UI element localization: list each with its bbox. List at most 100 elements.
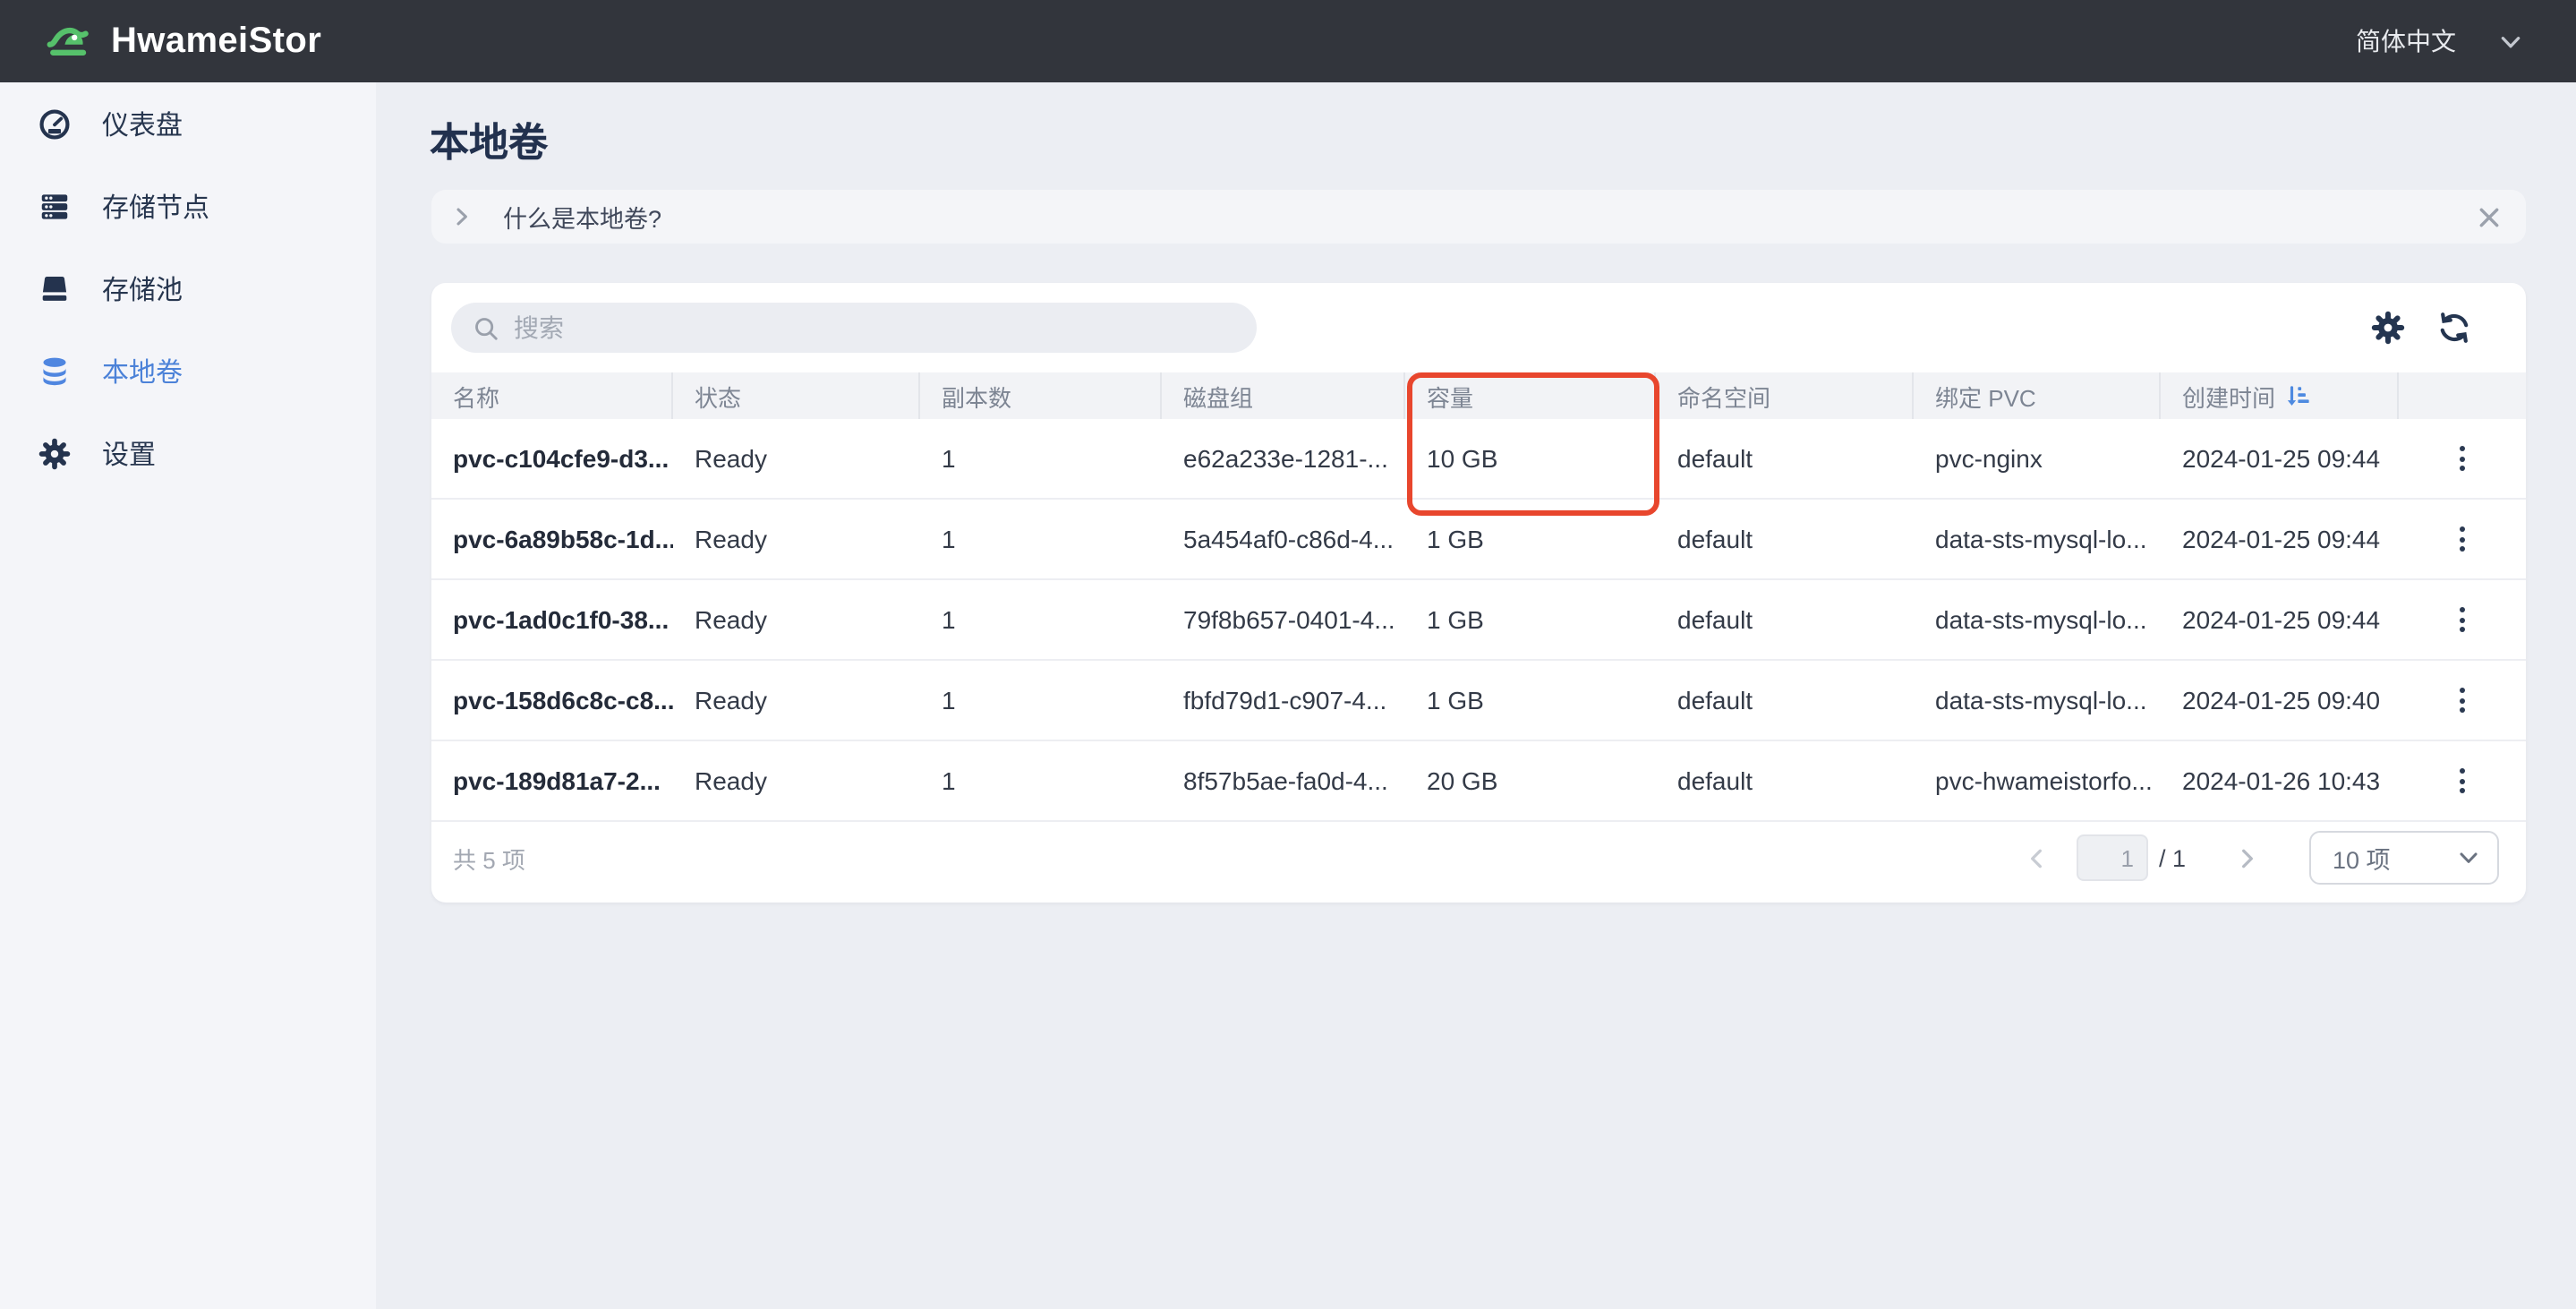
column-header-status[interactable]: 状态 xyxy=(673,372,920,419)
volume-status-cell: Ready xyxy=(673,419,920,498)
volume-bound-pvc-cell: data-sts-mysql-lo... xyxy=(1914,580,2161,659)
volume-name-cell[interactable]: pvc-6a89b58c-1d... xyxy=(431,500,673,578)
database-icon xyxy=(38,354,72,388)
volumes-card: 名称 状态 副本数 磁盘组 容量 命名空间 绑定 PVC 创建时间 pvc-c1… xyxy=(431,283,2526,903)
volume-actions-cell xyxy=(2399,419,2526,498)
sidebar-item-label: 设置 xyxy=(102,434,156,472)
volume-actions-cell xyxy=(2399,500,2526,578)
volume-namespace-cell: default xyxy=(1656,419,1914,498)
chevron-right-icon[interactable] xyxy=(451,206,473,227)
volume-status-cell: Ready xyxy=(673,500,920,578)
column-header-disk-group[interactable]: 磁盘组 xyxy=(1162,372,1405,419)
dashboard-gauge-icon xyxy=(38,107,72,141)
close-icon[interactable] xyxy=(2478,205,2501,228)
table-row[interactable]: pvc-189d81a7-2... Ready 1 8f57b5ae-fa0d-… xyxy=(431,741,2526,822)
help-banner[interactable]: 什么是本地卷? xyxy=(431,190,2526,244)
volume-created-at-cell: 2024-01-26 10:43 xyxy=(2161,741,2399,820)
column-settings-gear-icon[interactable] xyxy=(2370,310,2406,346)
previous-page-icon[interactable] xyxy=(2025,846,2048,869)
search-box[interactable] xyxy=(451,303,1257,353)
volume-bound-pvc-cell: pvc-hwameistorfo... xyxy=(1914,741,2161,820)
column-header-replicas[interactable]: 副本数 xyxy=(920,372,1162,419)
volume-namespace-cell: default xyxy=(1656,580,1914,659)
volume-capacity-cell: 1 GB xyxy=(1405,580,1656,659)
sidebar-item-local-volumes[interactable]: 本地卷 xyxy=(0,329,376,412)
volume-actions-cell xyxy=(2399,661,2526,740)
sidebar-item-dashboard[interactable]: 仪表盘 xyxy=(0,82,376,165)
volume-status-cell: Ready xyxy=(673,741,920,820)
page-number-input[interactable] xyxy=(2077,834,2148,881)
volume-replicas-cell: 1 xyxy=(920,661,1162,740)
volume-replicas-cell: 1 xyxy=(920,500,1162,578)
sidebar-item-label: 存储池 xyxy=(102,270,183,307)
page-count-label: / 1 xyxy=(2159,844,2186,871)
column-header-created-at[interactable]: 创建时间 xyxy=(2161,372,2399,419)
volume-disk-group-cell: fbfd79d1-c907-4... xyxy=(1162,661,1405,740)
volume-disk-group-cell: 5a454af0-c86d-4... xyxy=(1162,500,1405,578)
pagination-controls: / 1 10 项 xyxy=(2025,831,2499,885)
volume-name-cell[interactable]: pvc-1ad0c1f0-38... xyxy=(431,580,673,659)
table-body: pvc-c104cfe9-d3... Ready 1 e62a233e-1281… xyxy=(431,419,2526,822)
volume-replicas-cell: 1 xyxy=(920,580,1162,659)
volume-capacity-cell: 20 GB xyxy=(1405,741,1656,820)
next-page-icon[interactable] xyxy=(2236,846,2259,869)
table-toolbar xyxy=(431,283,2526,372)
search-input[interactable] xyxy=(514,313,1235,342)
table-row[interactable]: pvc-c104cfe9-d3... Ready 1 e62a233e-1281… xyxy=(431,419,2526,500)
column-header-name[interactable]: 名称 xyxy=(431,372,673,419)
column-header-capacity[interactable]: 容量 xyxy=(1405,372,1656,419)
volume-created-at-cell: 2024-01-25 09:44 xyxy=(2161,500,2399,578)
table-row[interactable]: pvc-158d6c8c-c8... Ready 1 fbfd79d1-c907… xyxy=(431,661,2526,741)
column-header-bound-pvc[interactable]: 绑定 PVC xyxy=(1914,372,2161,419)
search-icon xyxy=(473,314,499,341)
sidebar-item-storage-nodes[interactable]: 存储节点 xyxy=(0,165,376,247)
sort-descending-icon[interactable] xyxy=(2286,384,2309,407)
table-header: 名称 状态 副本数 磁盘组 容量 命名空间 绑定 PVC 创建时间 xyxy=(431,372,2526,419)
sidebar-item-label: 本地卷 xyxy=(102,352,183,389)
row-actions-menu-icon[interactable] xyxy=(2452,761,2472,800)
volume-disk-group-cell: e62a233e-1281-... xyxy=(1162,419,1405,498)
main-content: 本地卷 什么是本地卷? xyxy=(376,82,2576,1309)
chevron-down-icon xyxy=(2499,30,2522,53)
volume-bound-pvc-cell: data-sts-mysql-lo... xyxy=(1914,661,2161,740)
toolbar-actions xyxy=(2370,310,2472,346)
column-header-actions xyxy=(2399,372,2526,419)
sidebar-item-label: 仪表盘 xyxy=(102,105,183,142)
volume-disk-group-cell: 79f8b657-0401-4... xyxy=(1162,580,1405,659)
pagination-total: 共 5 项 xyxy=(453,841,525,875)
server-stack-icon xyxy=(38,189,72,223)
app-root: HwameiStor 简体中文 仪表盘 存储节点 存储池 xyxy=(0,0,2576,1309)
volume-replicas-cell: 1 xyxy=(920,741,1162,820)
row-actions-menu-icon[interactable] xyxy=(2452,680,2472,720)
refresh-icon[interactable] xyxy=(2436,310,2472,346)
volume-name-cell[interactable]: pvc-c104cfe9-d3... xyxy=(431,419,673,498)
hwameistor-logo-icon xyxy=(47,18,93,64)
volume-disk-group-cell: 8f57b5ae-fa0d-4... xyxy=(1162,741,1405,820)
row-actions-menu-icon[interactable] xyxy=(2452,600,2472,639)
volume-name-cell[interactable]: pvc-158d6c8c-c8... xyxy=(431,661,673,740)
gear-icon xyxy=(38,436,72,470)
language-switcher[interactable]: 简体中文 xyxy=(2356,23,2522,59)
volume-capacity-cell: 1 GB xyxy=(1405,661,1656,740)
volume-namespace-cell: default xyxy=(1656,661,1914,740)
volume-actions-cell xyxy=(2399,580,2526,659)
volume-namespace-cell: default xyxy=(1656,741,1914,820)
column-header-namespace[interactable]: 命名空间 xyxy=(1656,372,1914,419)
storage-pool-icon xyxy=(38,271,72,305)
volume-actions-cell xyxy=(2399,741,2526,820)
volume-capacity-cell: 10 GB xyxy=(1405,419,1656,498)
volume-bound-pvc-cell: pvc-nginx xyxy=(1914,419,2161,498)
page-size-select[interactable]: 10 项 xyxy=(2309,831,2499,885)
volume-status-cell: Ready xyxy=(673,580,920,659)
brand[interactable]: HwameiStor xyxy=(47,18,321,64)
volume-name-cell[interactable]: pvc-189d81a7-2... xyxy=(431,741,673,820)
sidebar-item-settings[interactable]: 设置 xyxy=(0,412,376,494)
table-row[interactable]: pvc-6a89b58c-1d... Ready 1 5a454af0-c86d… xyxy=(431,500,2526,580)
topbar: HwameiStor 简体中文 xyxy=(0,0,2576,82)
language-label: 简体中文 xyxy=(2356,23,2456,59)
sidebar-item-storage-pools[interactable]: 存储池 xyxy=(0,247,376,329)
volume-created-at-cell: 2024-01-25 09:44 xyxy=(2161,580,2399,659)
row-actions-menu-icon[interactable] xyxy=(2452,519,2472,559)
row-actions-menu-icon[interactable] xyxy=(2452,439,2472,478)
table-row[interactable]: pvc-1ad0c1f0-38... Ready 1 79f8b657-0401… xyxy=(431,580,2526,661)
